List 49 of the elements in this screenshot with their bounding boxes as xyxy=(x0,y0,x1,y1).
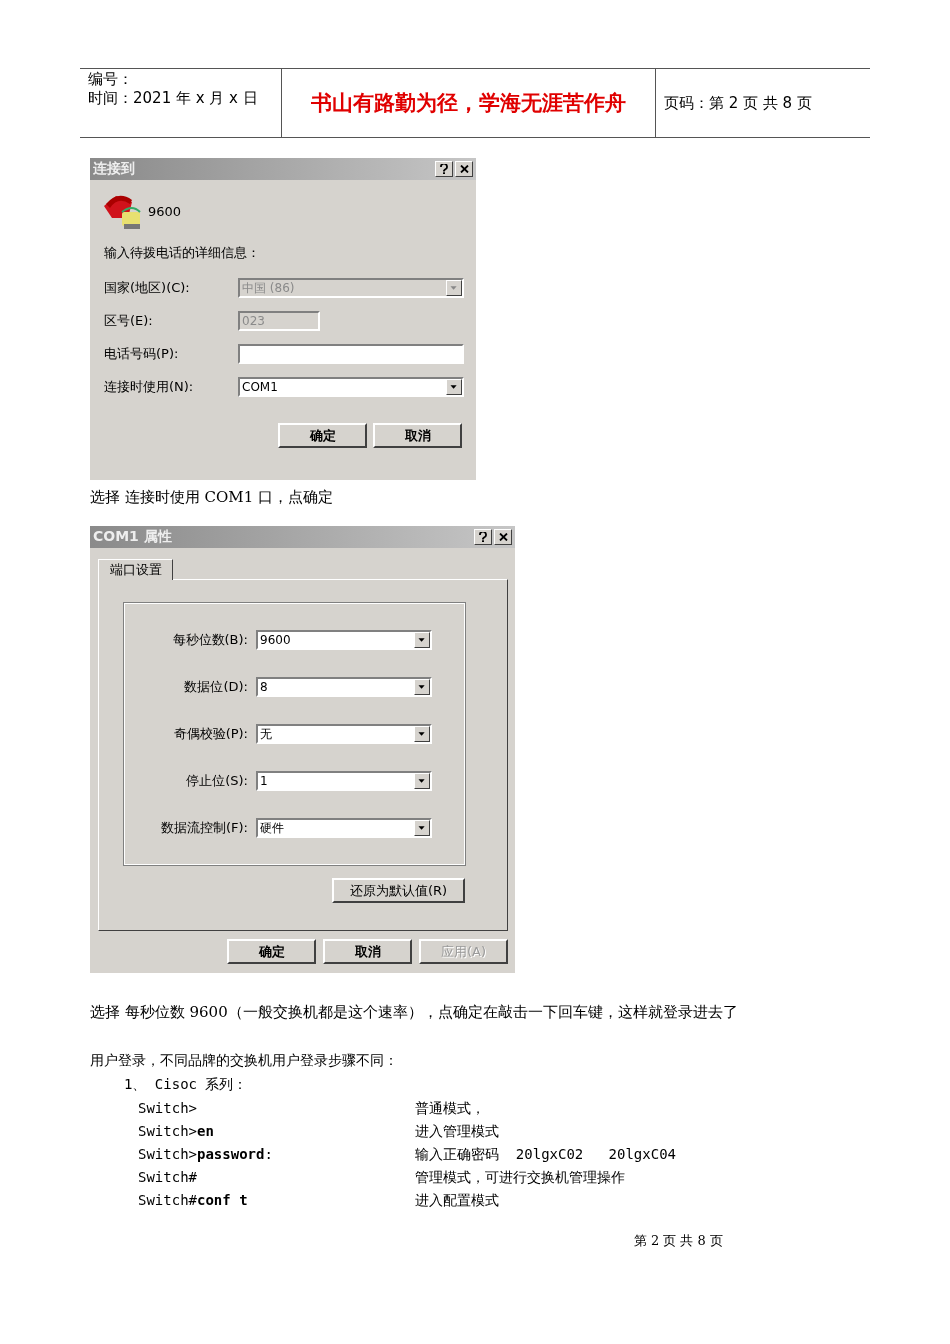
command-text: Switch>en xyxy=(138,1123,215,1141)
field-label: 数据流控制(F): xyxy=(160,819,249,837)
restore-defaults-button[interactable]: 还原为默认值(R) xyxy=(332,878,465,903)
paragraph: 选择 每秒位数 9600（一般交换机都是这个速率），点确定在敲击一下回车键，这样就登录进去了 xyxy=(90,1003,739,1022)
document-date: 时间：2021 年 x 月 x 日 xyxy=(88,89,259,108)
field-label: 区号(E): xyxy=(104,312,154,330)
page-footer: 第 2 页 共 8 页 xyxy=(633,1232,723,1250)
dropdown-field[interactable]: 8 xyxy=(256,677,432,697)
command-description: 输入正确密码 20lgxC02 20lgxC04 xyxy=(415,1146,677,1164)
dialog-button[interactable]: 确定 xyxy=(227,939,316,964)
dropdown-field[interactable]: 1 xyxy=(256,771,432,791)
field-label: 连接时使用(N): xyxy=(104,378,195,396)
command-description: 管理模式，可进行交换机管理操作 xyxy=(415,1169,626,1187)
help-icon[interactable] xyxy=(474,529,492,545)
close-icon[interactable] xyxy=(494,529,512,545)
dropdown-field[interactable]: 9600 xyxy=(256,630,432,650)
dropdown-field[interactable]: COM1 xyxy=(238,377,464,397)
window-title: 连接到 xyxy=(93,160,135,178)
close-icon[interactable] xyxy=(455,161,473,177)
field-label: 停止位(S): xyxy=(185,772,249,790)
field-label: 每秒位数(B): xyxy=(171,631,249,649)
tab[interactable]: 端口设置 xyxy=(98,559,173,580)
caption: 选择 连接时使用 COM1 口，点确定 xyxy=(90,488,334,507)
help-icon[interactable] xyxy=(435,161,453,177)
command-description: 进入配置模式 xyxy=(415,1192,500,1210)
command-description: 普通模式， xyxy=(415,1100,486,1118)
prompt-text: 输入待拨电话的详细信息： xyxy=(104,244,261,262)
list-heading: 1、 Cisoc 系列： xyxy=(124,1076,249,1094)
command-description: 进入管理模式 xyxy=(415,1123,500,1141)
page-number: 页码：第 2 页 共 8 页 xyxy=(664,93,813,113)
field-label: 数据位(D): xyxy=(183,678,249,696)
document-number-label: 编号： xyxy=(88,70,134,89)
command-text: Switch# xyxy=(138,1169,198,1187)
input-field[interactable] xyxy=(238,344,464,364)
field-label: 奇偶校验(P): xyxy=(172,725,249,743)
field-label: 国家(地区)(C): xyxy=(104,279,191,297)
field-label: 电话号码(P): xyxy=(104,345,180,363)
dialog-button[interactable]: 取消 xyxy=(323,939,412,964)
command-text: Switch>password: xyxy=(138,1146,274,1164)
entry-name: 9600 xyxy=(148,203,182,219)
window-title: COM1 属性 xyxy=(93,528,172,546)
paragraph: 用户登录，不同品牌的交换机用户登录步骤不同： xyxy=(90,1052,399,1070)
command-text: Switch#conf t xyxy=(138,1192,249,1210)
command-text: Switch> xyxy=(138,1100,198,1118)
dialog-button[interactable]: 确定 xyxy=(278,423,367,448)
motto: 书山有路勤为径，学海无涯苦作舟 xyxy=(311,90,626,117)
dropdown-field[interactable]: 无 xyxy=(256,724,432,744)
dialog-button[interactable]: 取消 xyxy=(373,423,462,448)
dropdown-field[interactable]: 硬件 xyxy=(256,818,432,838)
